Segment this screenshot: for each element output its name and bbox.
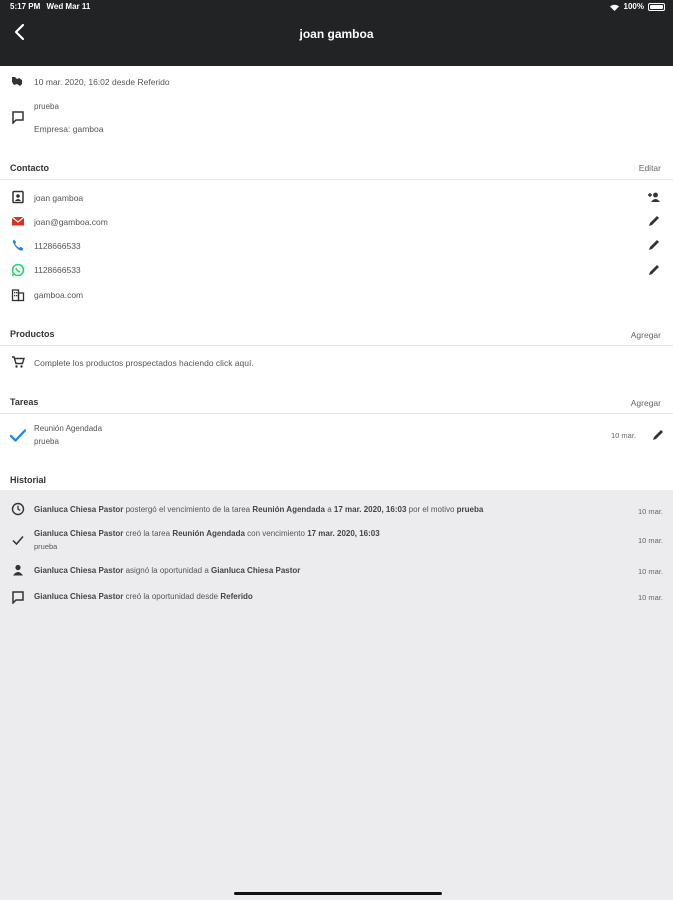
check-icon[interactable] [9, 427, 27, 445]
contact-email[interactable]: joan@gamboa.com [34, 217, 108, 227]
home-indicator[interactable] [234, 892, 442, 895]
task-date: 10 mar. [611, 431, 637, 440]
history-list: Gianluca Chiesa Pastor postergó el venci… [0, 490, 673, 900]
clock-icon [11, 502, 25, 516]
contact-website[interactable]: gamboa.com [34, 290, 83, 300]
status-time: 5:17 PM [10, 2, 41, 11]
navigation-bar: 5:17 PM Wed Mar 11 100% joan gamboa [0, 0, 673, 66]
contact-name: joan gamboa [34, 193, 84, 203]
edit-whatsapp-icon[interactable] [647, 263, 661, 277]
history-date: 10 mar. [637, 536, 663, 545]
history-text: Gianluca Chiesa Pastor creó la oportunid… [34, 592, 253, 601]
history-text: Gianluca Chiesa Pastor creó la tarea Reu… [34, 529, 380, 538]
divider [0, 345, 673, 346]
comment-icon [11, 590, 25, 604]
contact-card-icon [11, 190, 25, 204]
task-note: prueba [34, 437, 59, 446]
history-date: 10 mar. [637, 593, 663, 602]
status-bar-left: 5:17 PM Wed Mar 11 [10, 2, 94, 11]
opportunity-detail: 10 mar. 2020, 16:02 desde Referido prueb… [0, 66, 673, 490]
status-date: Wed Mar 11 [46, 2, 91, 11]
contact-whatsapp[interactable]: 1128666533 [34, 265, 81, 275]
edit-task-icon[interactable] [651, 428, 665, 442]
add-product-button[interactable]: Agregar [631, 330, 661, 340]
products-empty-hint[interactable]: Complete los productos prospectados haci… [34, 358, 254, 368]
add-person-icon[interactable] [647, 190, 661, 204]
tareas-heading: Tareas [10, 397, 39, 407]
task-title: Reunión Agendada [34, 424, 103, 433]
lead-company: Empresa: gamboa [34, 124, 104, 134]
comment-icon [11, 110, 25, 124]
person-icon [11, 563, 25, 577]
history-date: 10 mar. [637, 567, 663, 576]
shopping-cart-icon [11, 355, 25, 369]
battery-icon [648, 2, 665, 11]
whatsapp-icon [11, 263, 25, 277]
edit-phone-icon[interactable] [647, 238, 661, 252]
contact-phone[interactable]: 1128666533 [34, 241, 81, 251]
handshake-icon [11, 74, 25, 88]
contacto-heading: Contacto [10, 163, 49, 173]
historial-heading: Historial [10, 475, 47, 485]
history-text: Gianluca Chiesa Pastor postergó el venci… [34, 505, 484, 514]
lead-origin: 10 mar. 2020, 16:02 desde Referido [34, 77, 170, 87]
add-task-button[interactable]: Agregar [631, 398, 661, 408]
lead-note: prueba [34, 102, 59, 111]
divider [0, 413, 673, 414]
building-icon [11, 288, 25, 302]
phone-icon [11, 238, 25, 252]
divider [0, 179, 673, 180]
history-text: Gianluca Chiesa Pastor asignó la oportun… [34, 566, 301, 575]
edit-contact-button[interactable]: Editar [639, 163, 661, 173]
status-bar-right: 100% [609, 2, 665, 11]
battery-percent: 100% [623, 2, 644, 11]
productos-heading: Productos [10, 329, 55, 339]
check-icon [11, 533, 25, 547]
wifi-icon [609, 4, 619, 11]
history-date: 10 mar. [637, 507, 663, 516]
task-row[interactable]: Reunión Agendada prueba 10 mar. [0, 418, 673, 452]
edit-email-icon[interactable] [647, 214, 661, 228]
email-icon [11, 214, 25, 228]
page-title: joan gamboa [299, 27, 374, 41]
history-note: prueba [34, 542, 58, 551]
